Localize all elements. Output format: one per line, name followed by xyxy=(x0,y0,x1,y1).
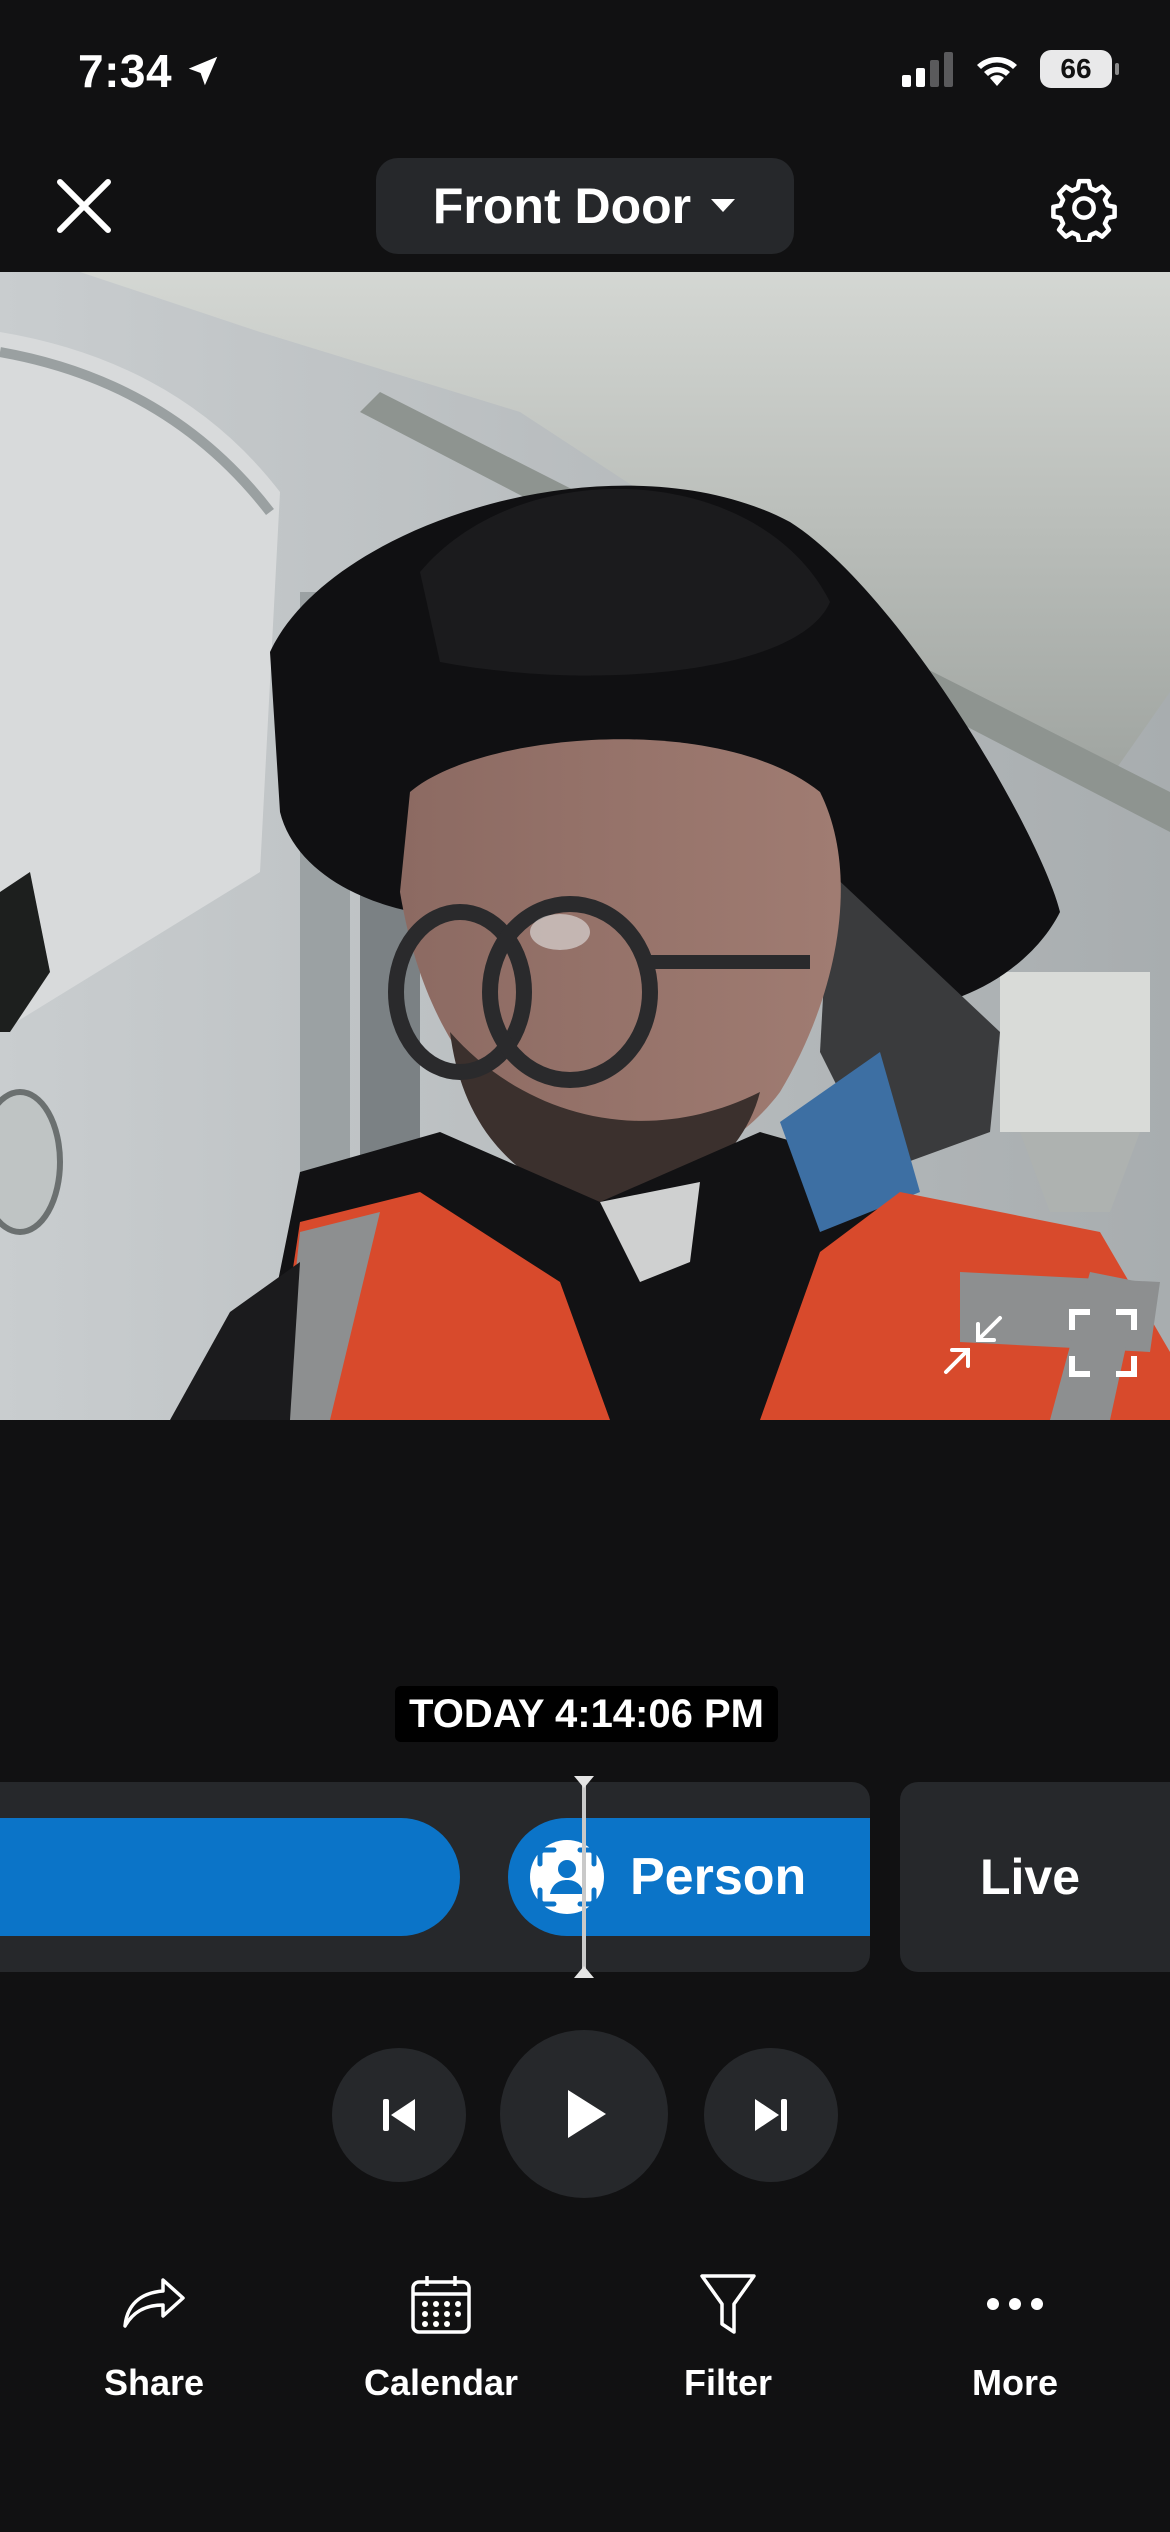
video-player[interactable] xyxy=(0,272,1170,1420)
person-event-label: Person xyxy=(630,1848,807,1906)
more-label: More xyxy=(971,2362,1058,2403)
minimize-icon xyxy=(944,1316,1002,1374)
timestamp-text: TODAY 4:14:06 PM xyxy=(409,1691,764,1736)
cellular-signal-icon xyxy=(902,52,953,87)
camera-selector[interactable]: Front Door xyxy=(376,158,794,254)
chevron-down-icon xyxy=(711,199,736,212)
previous-event-button[interactable] xyxy=(332,2048,466,2182)
live-label: Live xyxy=(979,1849,1081,1905)
status-time-text: 7:34 xyxy=(78,45,173,97)
calendar-button[interactable]: Calendar xyxy=(331,2264,551,2404)
fullscreen-button[interactable] xyxy=(1068,1308,1138,1378)
calendar-icon xyxy=(401,2264,481,2344)
status-bar-time: 7:34 xyxy=(78,44,222,98)
share-label: Share xyxy=(103,2362,205,2403)
timeline-scrubber[interactable] xyxy=(574,1776,594,1978)
wifi-icon xyxy=(977,57,1017,86)
location-arrow-icon xyxy=(188,56,218,86)
battery-level: 66 xyxy=(1060,53,1092,84)
camera-name: Front Door xyxy=(432,178,692,234)
filter-label: Filter xyxy=(683,2362,772,2403)
person-icon xyxy=(530,1840,604,1914)
camera-feed-image xyxy=(0,272,1170,1420)
timeline-timestamp: TODAY 4:14:06 PM xyxy=(395,1686,778,1742)
timeline-event-person[interactable]: Person xyxy=(508,1818,870,1936)
gear-icon xyxy=(1051,178,1117,245)
fullscreen-icon xyxy=(1069,1309,1137,1377)
battery-indicator: 66 xyxy=(1040,50,1119,88)
skip-next-icon xyxy=(755,2099,787,2131)
calendar-label: Calendar xyxy=(363,2362,519,2403)
next-event-button[interactable] xyxy=(704,2048,838,2182)
play-button[interactable] xyxy=(500,2030,668,2198)
settings-button[interactable] xyxy=(1050,174,1118,245)
close-icon xyxy=(57,179,111,233)
filter-button[interactable]: Filter xyxy=(618,2264,838,2404)
share-icon xyxy=(114,2264,194,2344)
timeline-event[interactable] xyxy=(0,1818,460,1936)
filter-icon xyxy=(688,2264,768,2344)
play-icon xyxy=(568,2090,606,2138)
skip-previous-icon xyxy=(383,2099,415,2131)
picture-in-picture-button[interactable] xyxy=(938,1310,1008,1380)
live-button[interactable]: Live xyxy=(900,1782,1170,1972)
status-bar-indicators: 66 xyxy=(902,50,1119,88)
more-icon xyxy=(975,2264,1055,2344)
more-button[interactable]: More xyxy=(905,2264,1125,2404)
share-button[interactable]: Share xyxy=(44,2264,264,2404)
close-button[interactable] xyxy=(52,174,116,238)
